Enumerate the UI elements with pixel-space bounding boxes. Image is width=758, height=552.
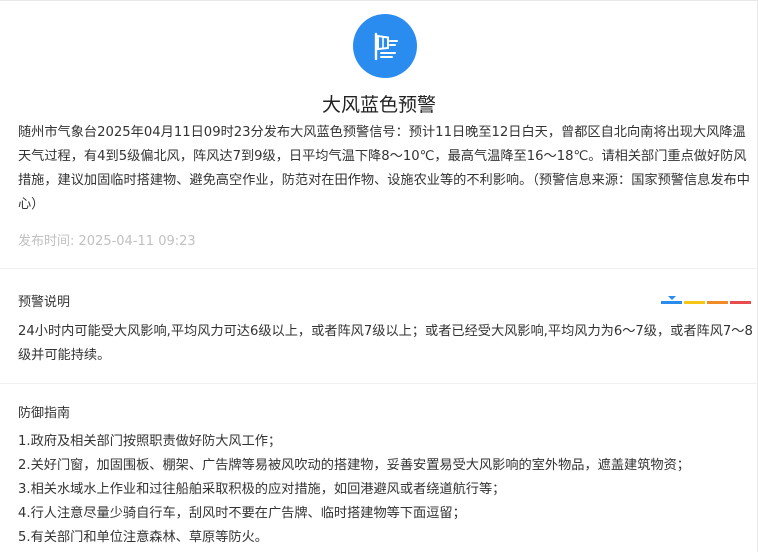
warning-level-bar bbox=[661, 296, 751, 304]
guide-list: 1.政府及相关部门按照职责做好防大风工作； 2.关好门窗，加固围板、棚架、广告牌… bbox=[18, 430, 753, 550]
explanation-title: 预警说明 bbox=[18, 295, 71, 310]
alert-body-text: 随州市气象台2025年04月11日09时23分发布大风蓝色预警信号：预计11日晚… bbox=[18, 125, 750, 212]
guide-item: 5.有关部门和单位注意森林、草原等防火。 bbox=[18, 530, 268, 545]
wind-flag-glyph bbox=[374, 32, 398, 61]
wind-flag-icon bbox=[353, 14, 417, 78]
publish-time-label: 发布时间: bbox=[18, 234, 79, 249]
level-blue-segment bbox=[661, 296, 682, 304]
publish-time-value: 2025-04-11 09:23 bbox=[78, 234, 196, 249]
guide-item: 4.行人注意尽量少骑自行车，刮风时不要在广告牌、临时搭建物等下面逗留； bbox=[18, 506, 466, 521]
level-orange-segment bbox=[707, 301, 728, 304]
level-yellow-segment bbox=[684, 301, 705, 304]
guide-item: 1.政府及相关部门按照职责做好防大风工作； bbox=[18, 434, 282, 449]
guide-item: 2.关好门窗，加固围板、棚架、广告牌等易被风吹动的搭建物，妥善安置易受大风影响的… bbox=[18, 458, 690, 473]
section-divider bbox=[0, 268, 758, 269]
level-red-segment bbox=[730, 301, 751, 304]
current-level-pointer-icon bbox=[668, 296, 676, 300]
guide-title: 防御指南 bbox=[18, 406, 71, 421]
guide-item: 3.相关水域水上作业和过往船舶采取积极的应对措施，如回港避风或者绕道航行等； bbox=[18, 482, 506, 497]
explanation-text: 24小时内可能受大风影响,平均风力可达6级以上，或者阵风7级以上；或者已经受大风… bbox=[18, 324, 753, 363]
publish-time: 发布时间: 2025-04-11 09:23 bbox=[18, 230, 196, 254]
section-divider bbox=[0, 383, 758, 384]
alert-title: 大风蓝色预警 bbox=[321, 94, 436, 116]
